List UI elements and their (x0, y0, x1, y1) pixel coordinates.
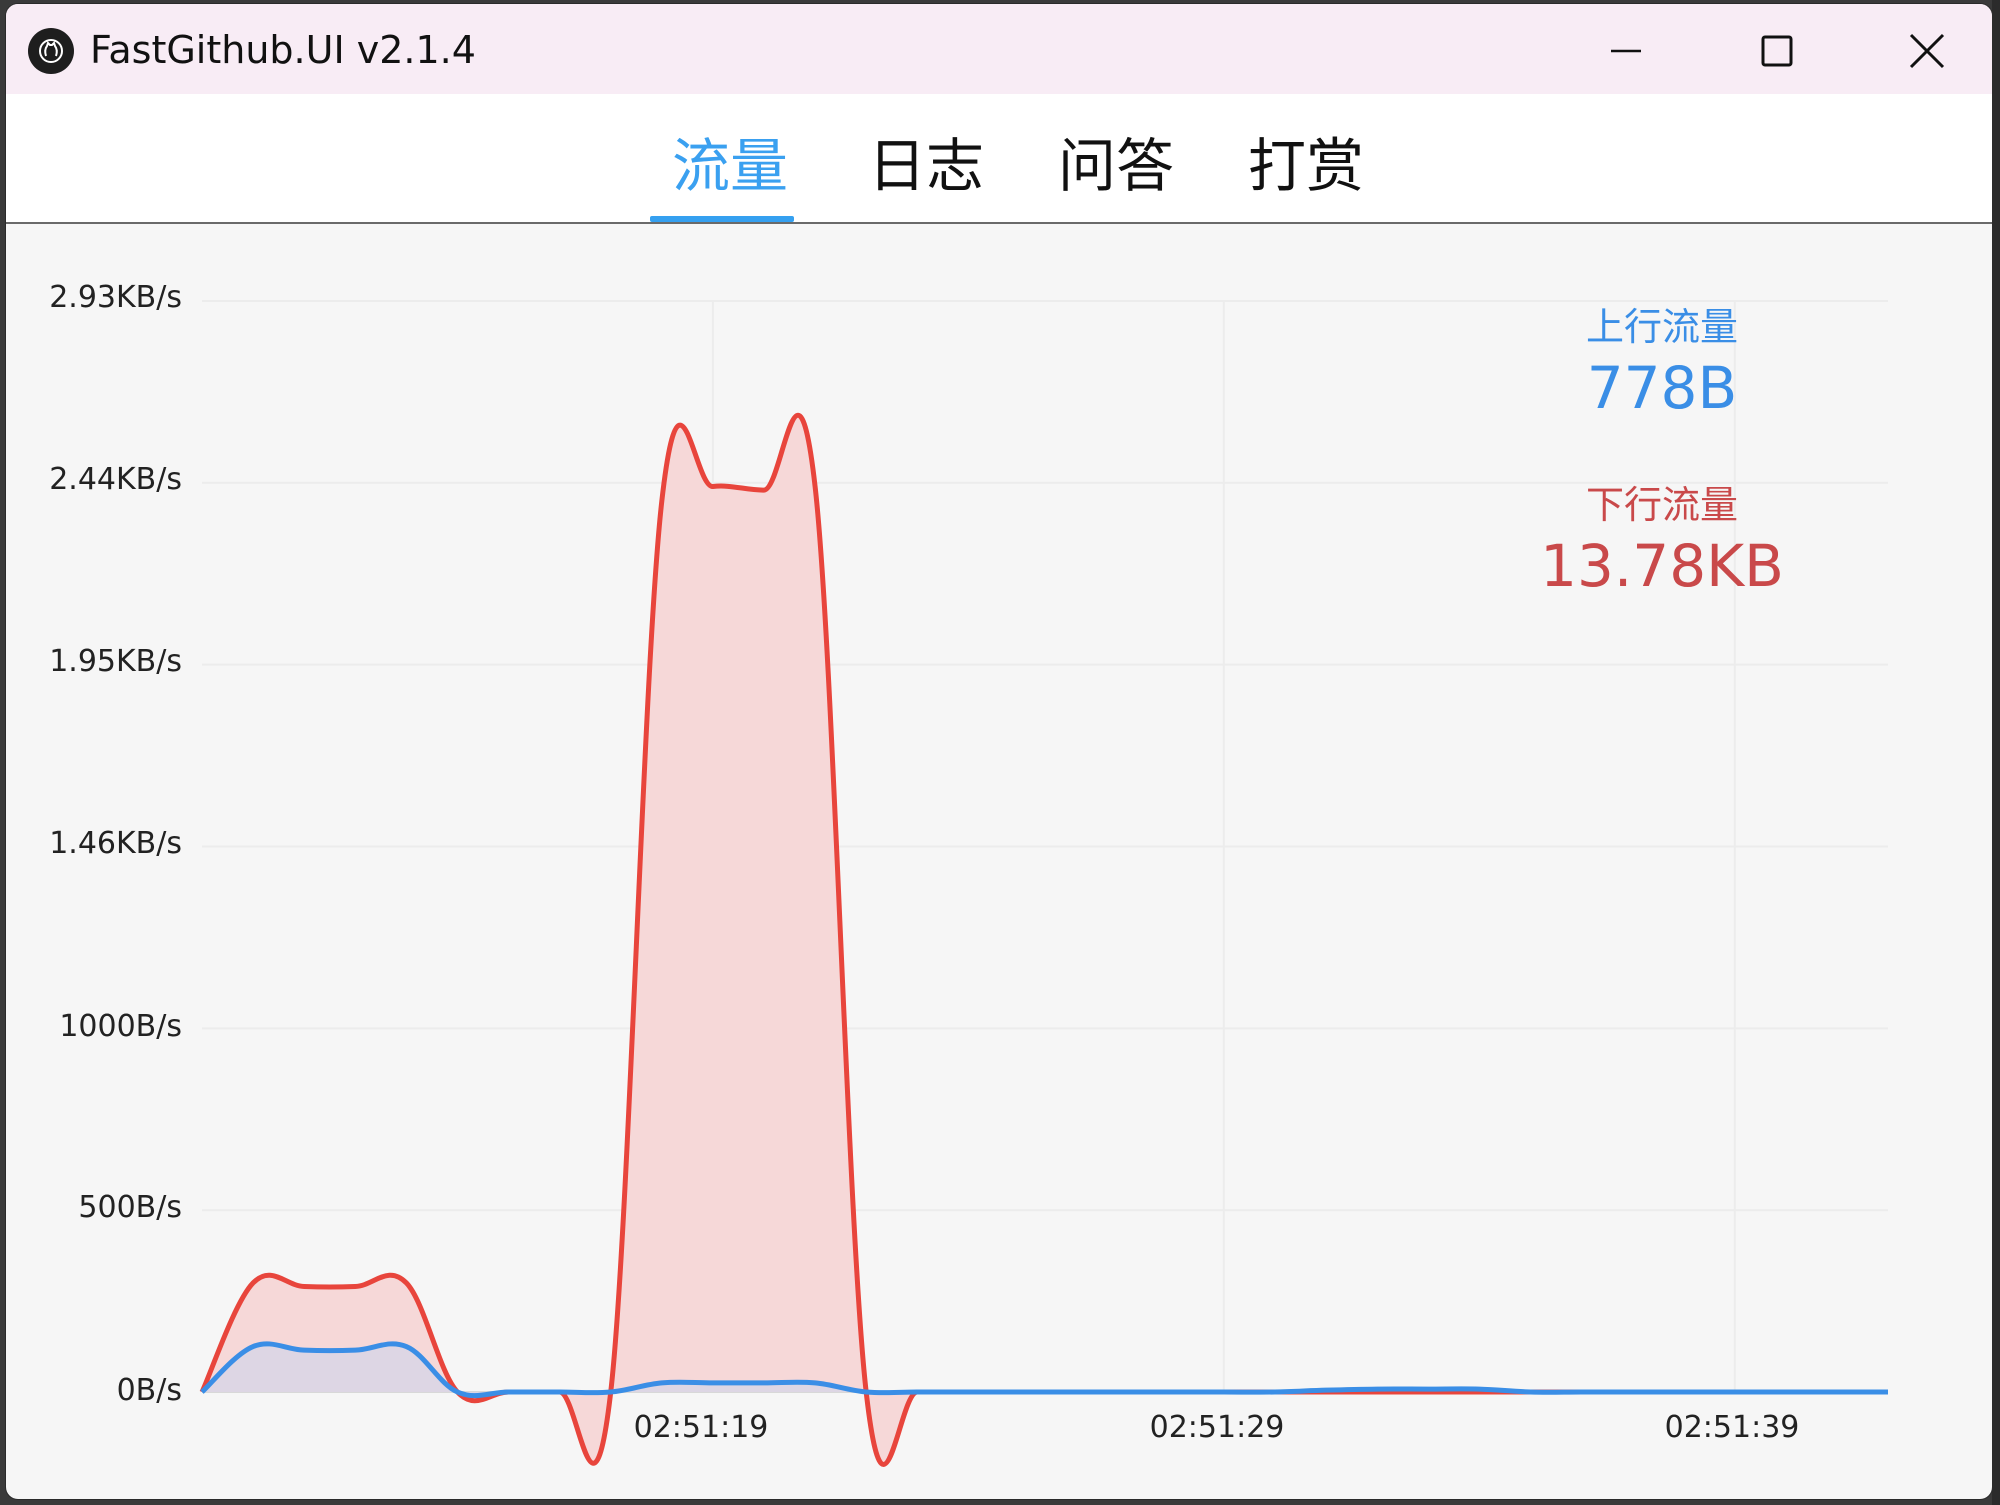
minimize-button[interactable] (1566, 18, 1686, 84)
close-icon (1909, 33, 1945, 69)
minimize-icon (1611, 49, 1641, 53)
tab-bar: 流量 日志 问答 打赏 (6, 94, 1992, 224)
window-edge (1992, 0, 2000, 1505)
github-icon (28, 28, 74, 74)
x-tick-label: 02:51:19 (633, 1410, 769, 1445)
y-tick-label: 1.95KB/s (49, 644, 182, 679)
y-tick-label: 2.93KB/s (49, 280, 182, 315)
tab-donate[interactable]: 打赏 (1248, 126, 1364, 206)
y-tick-label: 500B/s (78, 1190, 182, 1225)
traffic-chart: 2.93KB/s 2.44KB/s 1.95KB/s 1.46KB/s 1000… (6, 224, 1992, 1499)
tab-logs[interactable]: 日志 (868, 126, 984, 206)
app-window: FastGithub.UI v2.1.4 流量 日志 问答 打赏 2.93KB/… (6, 4, 1992, 1499)
maximize-icon (1761, 35, 1793, 67)
y-tick-label: 1000B/s (59, 1009, 182, 1044)
upload-value: 778B (1586, 354, 1738, 422)
y-tick-label: 2.44KB/s (49, 462, 182, 497)
upload-label: 上行流量 (1585, 305, 1739, 349)
x-tick-label: 02:51:39 (1664, 1410, 1800, 1445)
x-tick-label: 02:51:29 (1149, 1410, 1285, 1445)
upload-series-line (200, 1341, 1888, 1399)
tab-traffic[interactable]: 流量 (672, 126, 788, 206)
y-tick-label: 0B/s (116, 1373, 182, 1408)
window-title: FastGithub.UI v2.1.4 (90, 28, 476, 72)
y-tick-label: 1.46KB/s (49, 826, 182, 861)
active-tab-indicator (650, 216, 794, 222)
title-bar[interactable]: FastGithub.UI v2.1.4 (6, 4, 1992, 94)
download-value: 13.78KB (1540, 532, 1784, 600)
download-label: 下行流量 (1585, 483, 1739, 527)
tab-faq[interactable]: 问答 (1058, 126, 1174, 206)
close-button[interactable] (1867, 18, 1987, 84)
maximize-button[interactable] (1717, 18, 1837, 84)
